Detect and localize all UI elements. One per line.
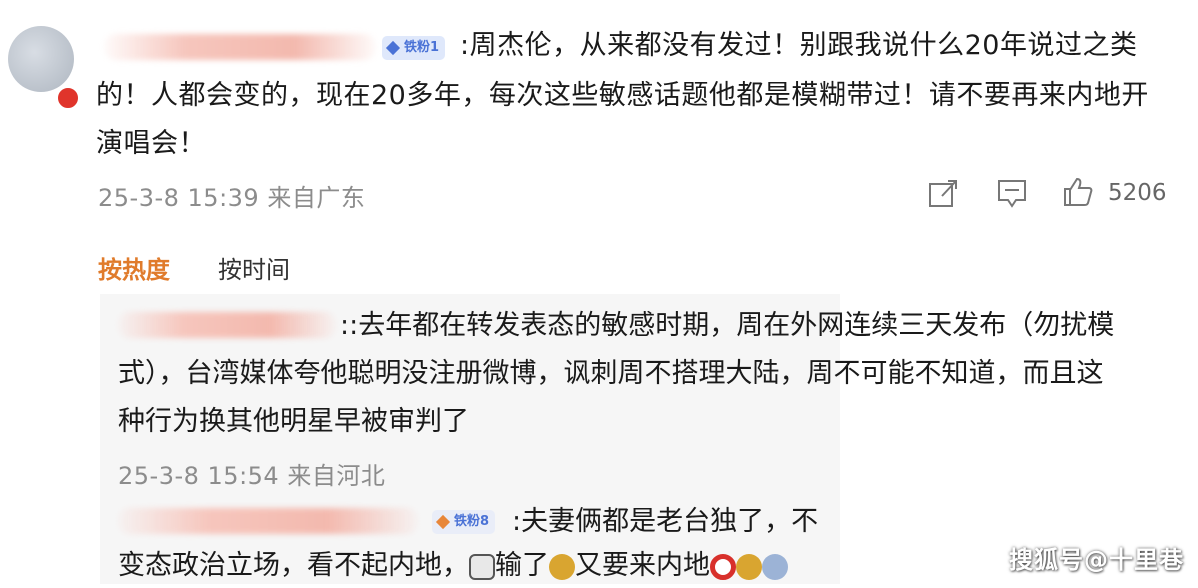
- like-icon[interactable]: [1062, 176, 1094, 208]
- fan-badge: 铁粉1: [382, 36, 446, 60]
- fire-icon: [435, 514, 451, 530]
- comment-icon[interactable]: [996, 178, 1028, 210]
- like-count: 5206: [1108, 180, 1167, 206]
- circle-emoji-icon: [710, 553, 736, 580]
- reply-2-fan-badge-label: 铁粉8: [454, 514, 490, 529]
- dice-emoji-icon: [469, 553, 495, 580]
- diamond-icon: [385, 40, 401, 56]
- reply-1-line-2: 式），台湾媒体夸他聪明没注册微博，讽刺周不搭理大陆，周不可能不知道，而且这: [118, 358, 1104, 389]
- share-icon[interactable]: [928, 178, 960, 208]
- comment-line-3: 演唱会！: [96, 128, 206, 159]
- reply-2-line-1: :夫妻俩都是老台独了，不: [512, 506, 819, 537]
- reply-2-username-blurred[interactable]: [118, 508, 418, 534]
- tab-sort-by-time[interactable]: 按时间: [218, 250, 290, 285]
- reply-1-line-1: ::去年都在转发表态的敏感时期，周在外网连续三天发布（勿扰模: [340, 310, 1115, 341]
- username-blurred[interactable]: [104, 34, 376, 60]
- reply-2-fan-badge: 铁粉8: [432, 510, 496, 534]
- reply-2-text-c: 又要来内地: [575, 550, 710, 581]
- watermark: 搜狐号@十里巷: [1009, 546, 1184, 574]
- tab-sort-by-hot[interactable]: 按热度: [98, 250, 170, 285]
- reply-2-line-2: 变态政治立场，看不起内地， 输了 又要来内地: [118, 544, 840, 588]
- avatar[interactable]: [8, 26, 74, 92]
- reply-2-text-b: 输了: [495, 550, 549, 581]
- comment-line-2: 的！人都会变的，现在20多年，每次这些敏感话题他都是模糊带过！请不要再来内地开: [96, 80, 1149, 111]
- money-bag-emoji-icon: [549, 553, 575, 580]
- reply-1-line-3: 种行为换其他明星早被审判了: [118, 406, 469, 437]
- fan-badge-label: 铁粉1: [404, 40, 440, 55]
- reply-1-username-blurred[interactable]: [118, 312, 336, 338]
- money-bag-emoji-icon: [736, 553, 762, 580]
- comment-timestamp: 25-3-8 15:39 来自广东: [98, 184, 366, 212]
- reply-2-text-a: 变态政治立场，看不起内地，: [118, 550, 469, 581]
- face-emoji-icon: [762, 553, 788, 580]
- verified-badge-icon: [56, 86, 80, 110]
- comment-line-1: :周杰伦，从来都没有发过！别跟我说什么20年说过之类: [460, 30, 1138, 61]
- reply-1-timestamp: 25-3-8 15:54 来自河北: [118, 462, 386, 490]
